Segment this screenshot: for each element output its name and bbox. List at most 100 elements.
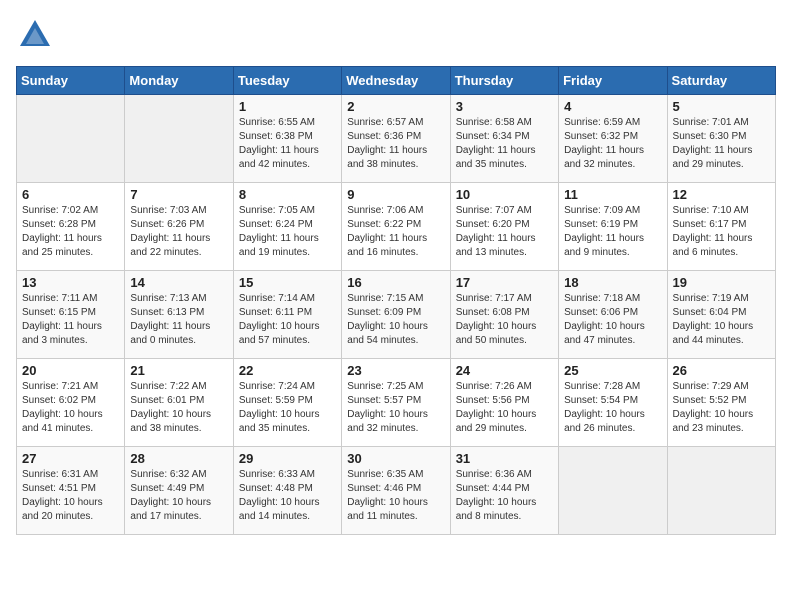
calendar-day-cell: 29 Sunrise: 6:33 AM Sunset: 4:48 PM Dayl… <box>233 447 341 535</box>
calendar-day-cell: 19 Sunrise: 7:19 AM Sunset: 6:04 PM Dayl… <box>667 271 775 359</box>
calendar-day-cell: 8 Sunrise: 7:05 AM Sunset: 6:24 PM Dayli… <box>233 183 341 271</box>
day-number: 31 <box>456 451 553 466</box>
calendar-day-cell: 6 Sunrise: 7:02 AM Sunset: 6:28 PM Dayli… <box>17 183 125 271</box>
day-info: Sunrise: 7:17 AM Sunset: 6:08 PM Dayligh… <box>456 292 553 348</box>
calendar-day-cell: 20 Sunrise: 7:21 AM Sunset: 6:02 PM Dayl… <box>17 359 125 447</box>
calendar-day-cell: 14 Sunrise: 7:13 AM Sunset: 6:13 PM Dayl… <box>125 271 233 359</box>
day-info: Sunrise: 6:35 AM Sunset: 4:46 PM Dayligh… <box>347 468 444 524</box>
calendar-day-cell <box>17 95 125 183</box>
day-number: 20 <box>22 363 119 378</box>
day-number: 17 <box>456 275 553 290</box>
calendar-day-cell: 2 Sunrise: 6:57 AM Sunset: 6:36 PM Dayli… <box>342 95 450 183</box>
day-info: Sunrise: 7:19 AM Sunset: 6:04 PM Dayligh… <box>673 292 770 348</box>
calendar-day-cell: 18 Sunrise: 7:18 AM Sunset: 6:06 PM Dayl… <box>559 271 667 359</box>
day-info: Sunrise: 7:01 AM Sunset: 6:30 PM Dayligh… <box>673 116 770 172</box>
day-number: 5 <box>673 99 770 114</box>
calendar-day-cell: 5 Sunrise: 7:01 AM Sunset: 6:30 PM Dayli… <box>667 95 775 183</box>
day-info: Sunrise: 7:07 AM Sunset: 6:20 PM Dayligh… <box>456 204 553 260</box>
day-info: Sunrise: 7:09 AM Sunset: 6:19 PM Dayligh… <box>564 204 661 260</box>
day-of-week-header: Saturday <box>667 67 775 95</box>
calendar-day-cell: 12 Sunrise: 7:10 AM Sunset: 6:17 PM Dayl… <box>667 183 775 271</box>
calendar-week-row: 6 Sunrise: 7:02 AM Sunset: 6:28 PM Dayli… <box>17 183 776 271</box>
calendar-day-cell: 17 Sunrise: 7:17 AM Sunset: 6:08 PM Dayl… <box>450 271 558 359</box>
calendar-day-cell: 7 Sunrise: 7:03 AM Sunset: 6:26 PM Dayli… <box>125 183 233 271</box>
day-info: Sunrise: 7:11 AM Sunset: 6:15 PM Dayligh… <box>22 292 119 348</box>
day-number: 9 <box>347 187 444 202</box>
day-info: Sunrise: 6:33 AM Sunset: 4:48 PM Dayligh… <box>239 468 336 524</box>
day-of-week-header: Friday <box>559 67 667 95</box>
day-info: Sunrise: 7:03 AM Sunset: 6:26 PM Dayligh… <box>130 204 227 260</box>
day-number: 23 <box>347 363 444 378</box>
calendar-day-cell <box>125 95 233 183</box>
logo-icon <box>16 16 54 54</box>
day-number: 3 <box>456 99 553 114</box>
day-info: Sunrise: 6:58 AM Sunset: 6:34 PM Dayligh… <box>456 116 553 172</box>
day-number: 1 <box>239 99 336 114</box>
page-header <box>16 16 776 54</box>
calendar-day-cell: 28 Sunrise: 6:32 AM Sunset: 4:49 PM Dayl… <box>125 447 233 535</box>
calendar-week-row: 1 Sunrise: 6:55 AM Sunset: 6:38 PM Dayli… <box>17 95 776 183</box>
day-info: Sunrise: 6:57 AM Sunset: 6:36 PM Dayligh… <box>347 116 444 172</box>
day-info: Sunrise: 7:18 AM Sunset: 6:06 PM Dayligh… <box>564 292 661 348</box>
calendar-week-row: 13 Sunrise: 7:11 AM Sunset: 6:15 PM Dayl… <box>17 271 776 359</box>
calendar-table: SundayMondayTuesdayWednesdayThursdayFrid… <box>16 66 776 535</box>
calendar-day-cell: 23 Sunrise: 7:25 AM Sunset: 5:57 PM Dayl… <box>342 359 450 447</box>
day-number: 19 <box>673 275 770 290</box>
day-info: Sunrise: 7:21 AM Sunset: 6:02 PM Dayligh… <box>22 380 119 436</box>
day-number: 27 <box>22 451 119 466</box>
calendar-day-cell <box>667 447 775 535</box>
day-number: 22 <box>239 363 336 378</box>
day-number: 15 <box>239 275 336 290</box>
day-of-week-header: Thursday <box>450 67 558 95</box>
calendar-day-cell: 15 Sunrise: 7:14 AM Sunset: 6:11 PM Dayl… <box>233 271 341 359</box>
day-info: Sunrise: 6:32 AM Sunset: 4:49 PM Dayligh… <box>130 468 227 524</box>
calendar-day-cell: 9 Sunrise: 7:06 AM Sunset: 6:22 PM Dayli… <box>342 183 450 271</box>
calendar-day-cell: 3 Sunrise: 6:58 AM Sunset: 6:34 PM Dayli… <box>450 95 558 183</box>
day-info: Sunrise: 6:59 AM Sunset: 6:32 PM Dayligh… <box>564 116 661 172</box>
day-info: Sunrise: 7:06 AM Sunset: 6:22 PM Dayligh… <box>347 204 444 260</box>
calendar-day-cell: 24 Sunrise: 7:26 AM Sunset: 5:56 PM Dayl… <box>450 359 558 447</box>
day-info: Sunrise: 7:13 AM Sunset: 6:13 PM Dayligh… <box>130 292 227 348</box>
calendar-day-cell: 31 Sunrise: 6:36 AM Sunset: 4:44 PM Dayl… <box>450 447 558 535</box>
calendar-day-cell: 11 Sunrise: 7:09 AM Sunset: 6:19 PM Dayl… <box>559 183 667 271</box>
day-number: 11 <box>564 187 661 202</box>
calendar-day-cell: 4 Sunrise: 6:59 AM Sunset: 6:32 PM Dayli… <box>559 95 667 183</box>
day-info: Sunrise: 7:28 AM Sunset: 5:54 PM Dayligh… <box>564 380 661 436</box>
calendar-header-row: SundayMondayTuesdayWednesdayThursdayFrid… <box>17 67 776 95</box>
day-info: Sunrise: 6:55 AM Sunset: 6:38 PM Dayligh… <box>239 116 336 172</box>
day-info: Sunrise: 7:26 AM Sunset: 5:56 PM Dayligh… <box>456 380 553 436</box>
day-number: 16 <box>347 275 444 290</box>
day-of-week-header: Monday <box>125 67 233 95</box>
day-number: 25 <box>564 363 661 378</box>
day-number: 12 <box>673 187 770 202</box>
day-info: Sunrise: 7:14 AM Sunset: 6:11 PM Dayligh… <box>239 292 336 348</box>
day-number: 29 <box>239 451 336 466</box>
day-info: Sunrise: 7:15 AM Sunset: 6:09 PM Dayligh… <box>347 292 444 348</box>
day-number: 7 <box>130 187 227 202</box>
calendar-day-cell: 26 Sunrise: 7:29 AM Sunset: 5:52 PM Dayl… <box>667 359 775 447</box>
day-number: 21 <box>130 363 227 378</box>
day-number: 28 <box>130 451 227 466</box>
day-info: Sunrise: 7:24 AM Sunset: 5:59 PM Dayligh… <box>239 380 336 436</box>
calendar-day-cell: 30 Sunrise: 6:35 AM Sunset: 4:46 PM Dayl… <box>342 447 450 535</box>
calendar-day-cell <box>559 447 667 535</box>
day-number: 30 <box>347 451 444 466</box>
day-info: Sunrise: 7:22 AM Sunset: 6:01 PM Dayligh… <box>130 380 227 436</box>
day-number: 14 <box>130 275 227 290</box>
day-of-week-header: Wednesday <box>342 67 450 95</box>
day-number: 8 <box>239 187 336 202</box>
day-of-week-header: Tuesday <box>233 67 341 95</box>
day-number: 2 <box>347 99 444 114</box>
calendar-day-cell: 13 Sunrise: 7:11 AM Sunset: 6:15 PM Dayl… <box>17 271 125 359</box>
day-info: Sunrise: 7:02 AM Sunset: 6:28 PM Dayligh… <box>22 204 119 260</box>
day-info: Sunrise: 7:25 AM Sunset: 5:57 PM Dayligh… <box>347 380 444 436</box>
day-of-week-header: Sunday <box>17 67 125 95</box>
calendar-day-cell: 10 Sunrise: 7:07 AM Sunset: 6:20 PM Dayl… <box>450 183 558 271</box>
day-info: Sunrise: 6:31 AM Sunset: 4:51 PM Dayligh… <box>22 468 119 524</box>
day-info: Sunrise: 7:05 AM Sunset: 6:24 PM Dayligh… <box>239 204 336 260</box>
day-number: 26 <box>673 363 770 378</box>
calendar-day-cell: 16 Sunrise: 7:15 AM Sunset: 6:09 PM Dayl… <box>342 271 450 359</box>
calendar-week-row: 27 Sunrise: 6:31 AM Sunset: 4:51 PM Dayl… <box>17 447 776 535</box>
calendar-day-cell: 21 Sunrise: 7:22 AM Sunset: 6:01 PM Dayl… <box>125 359 233 447</box>
day-number: 6 <box>22 187 119 202</box>
